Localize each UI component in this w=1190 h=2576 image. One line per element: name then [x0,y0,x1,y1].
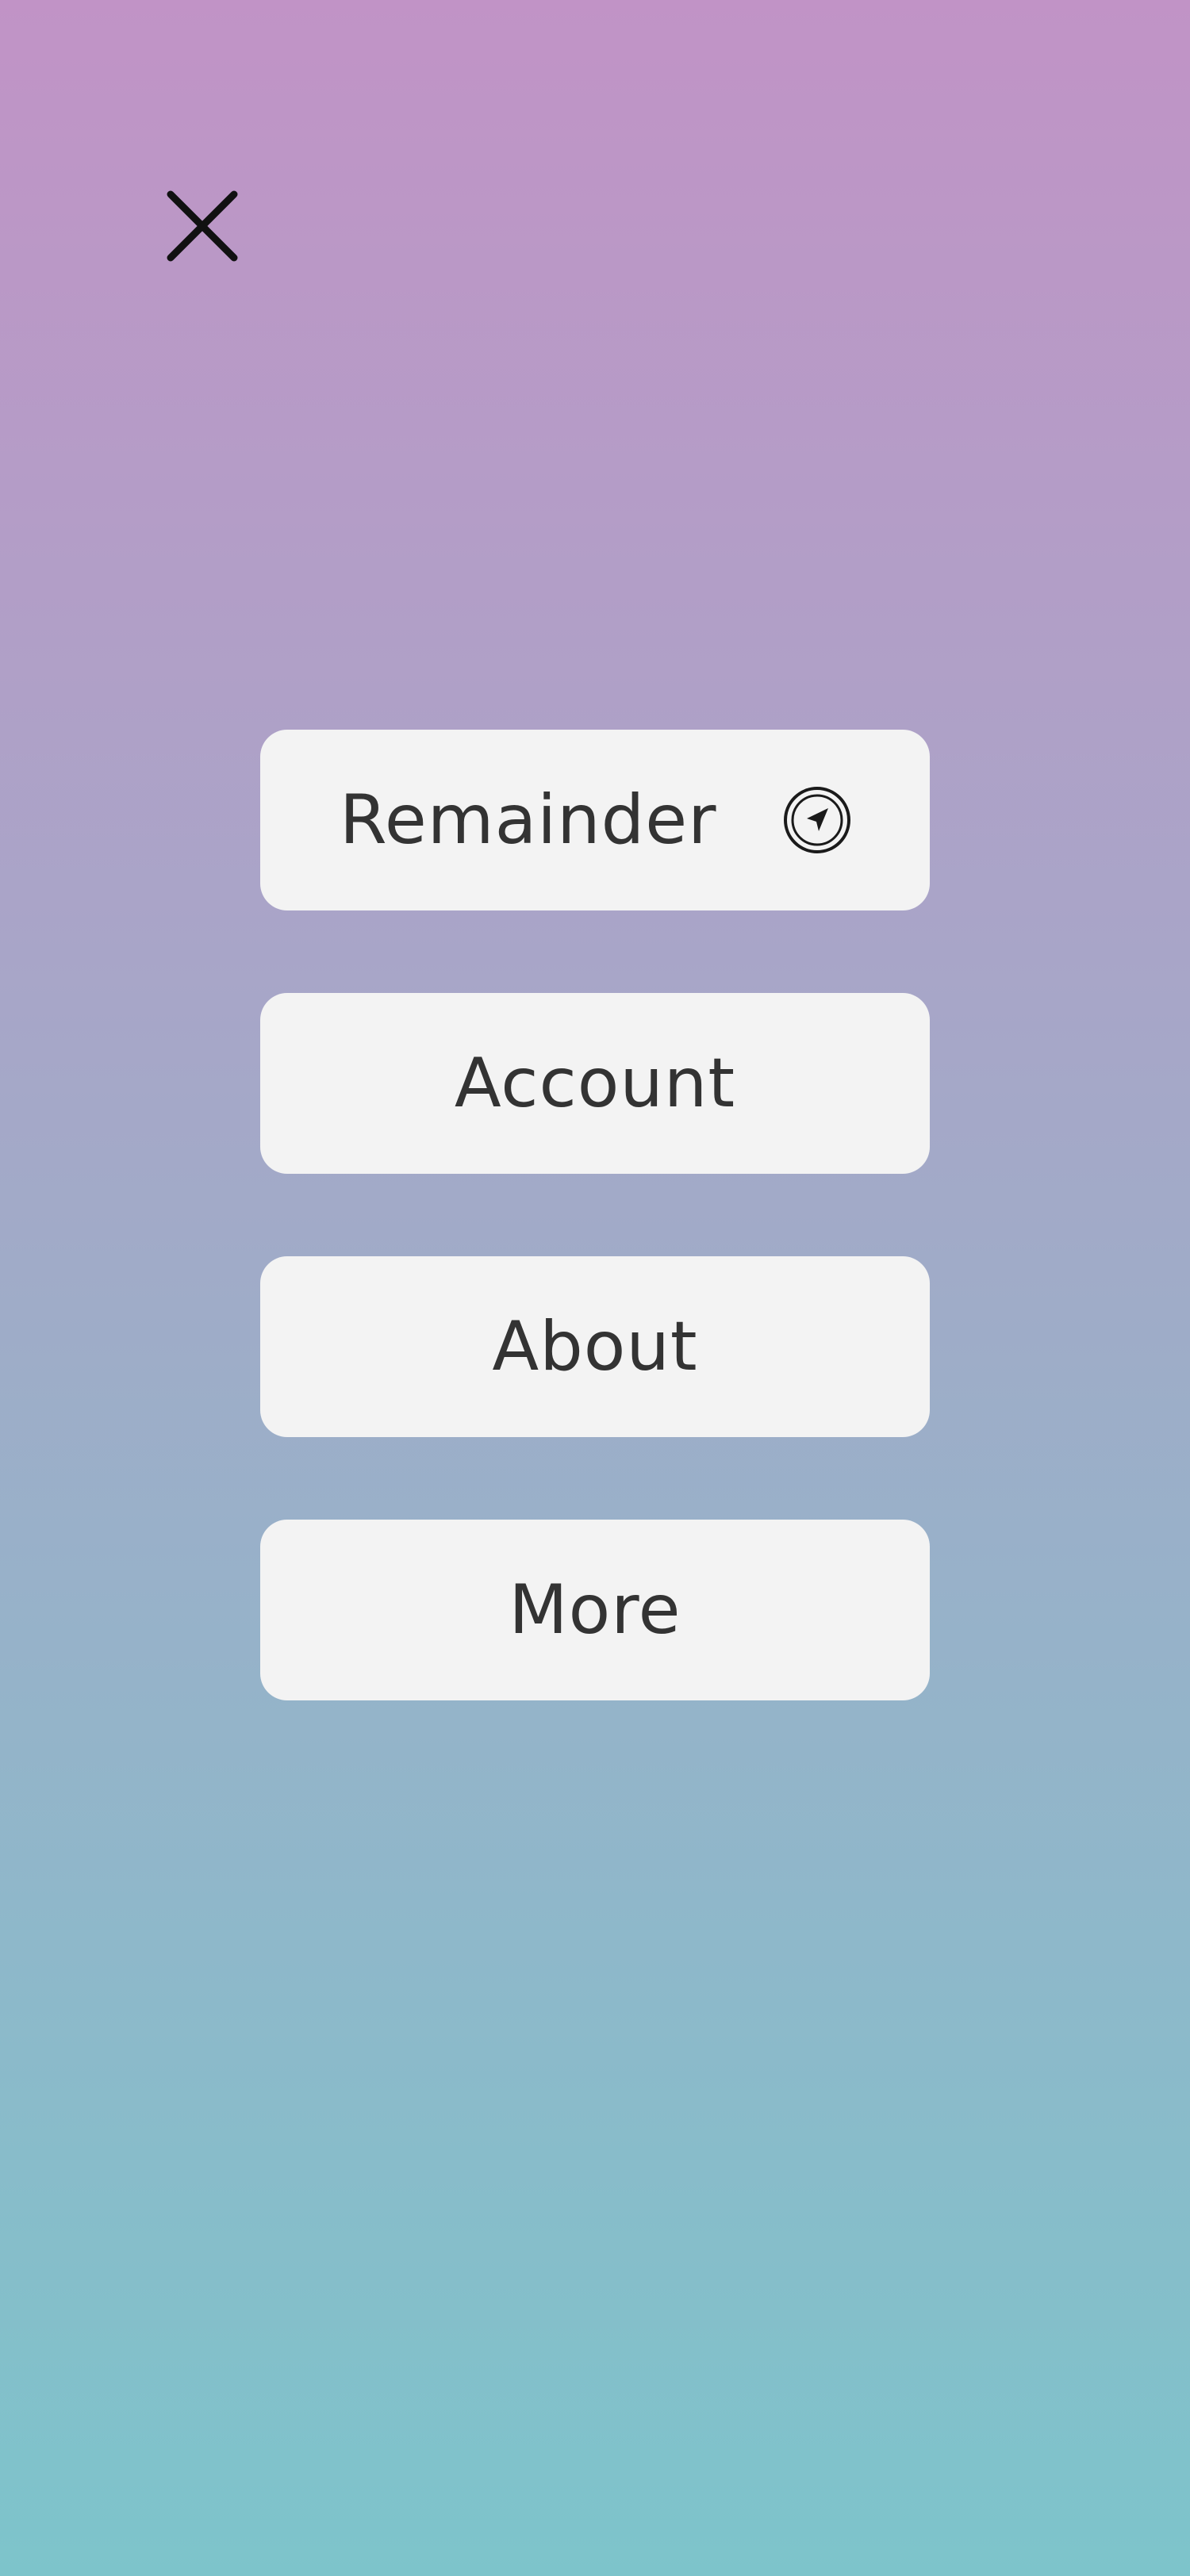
about-label: About [492,1307,698,1386]
close-button[interactable] [155,178,250,274]
account-button[interactable]: Account [260,993,930,1174]
more-label: More [509,1570,681,1650]
remainder-button[interactable]: Remainder [260,730,930,910]
close-icon [167,190,238,262]
about-button[interactable]: About [260,1256,930,1437]
menu-screen: Remainder Account About More [0,0,1190,2576]
more-button[interactable]: More [260,1520,930,1700]
navigation-arrow-icon [784,787,850,853]
account-label: Account [454,1044,736,1123]
remainder-label: Remainder [340,780,717,860]
